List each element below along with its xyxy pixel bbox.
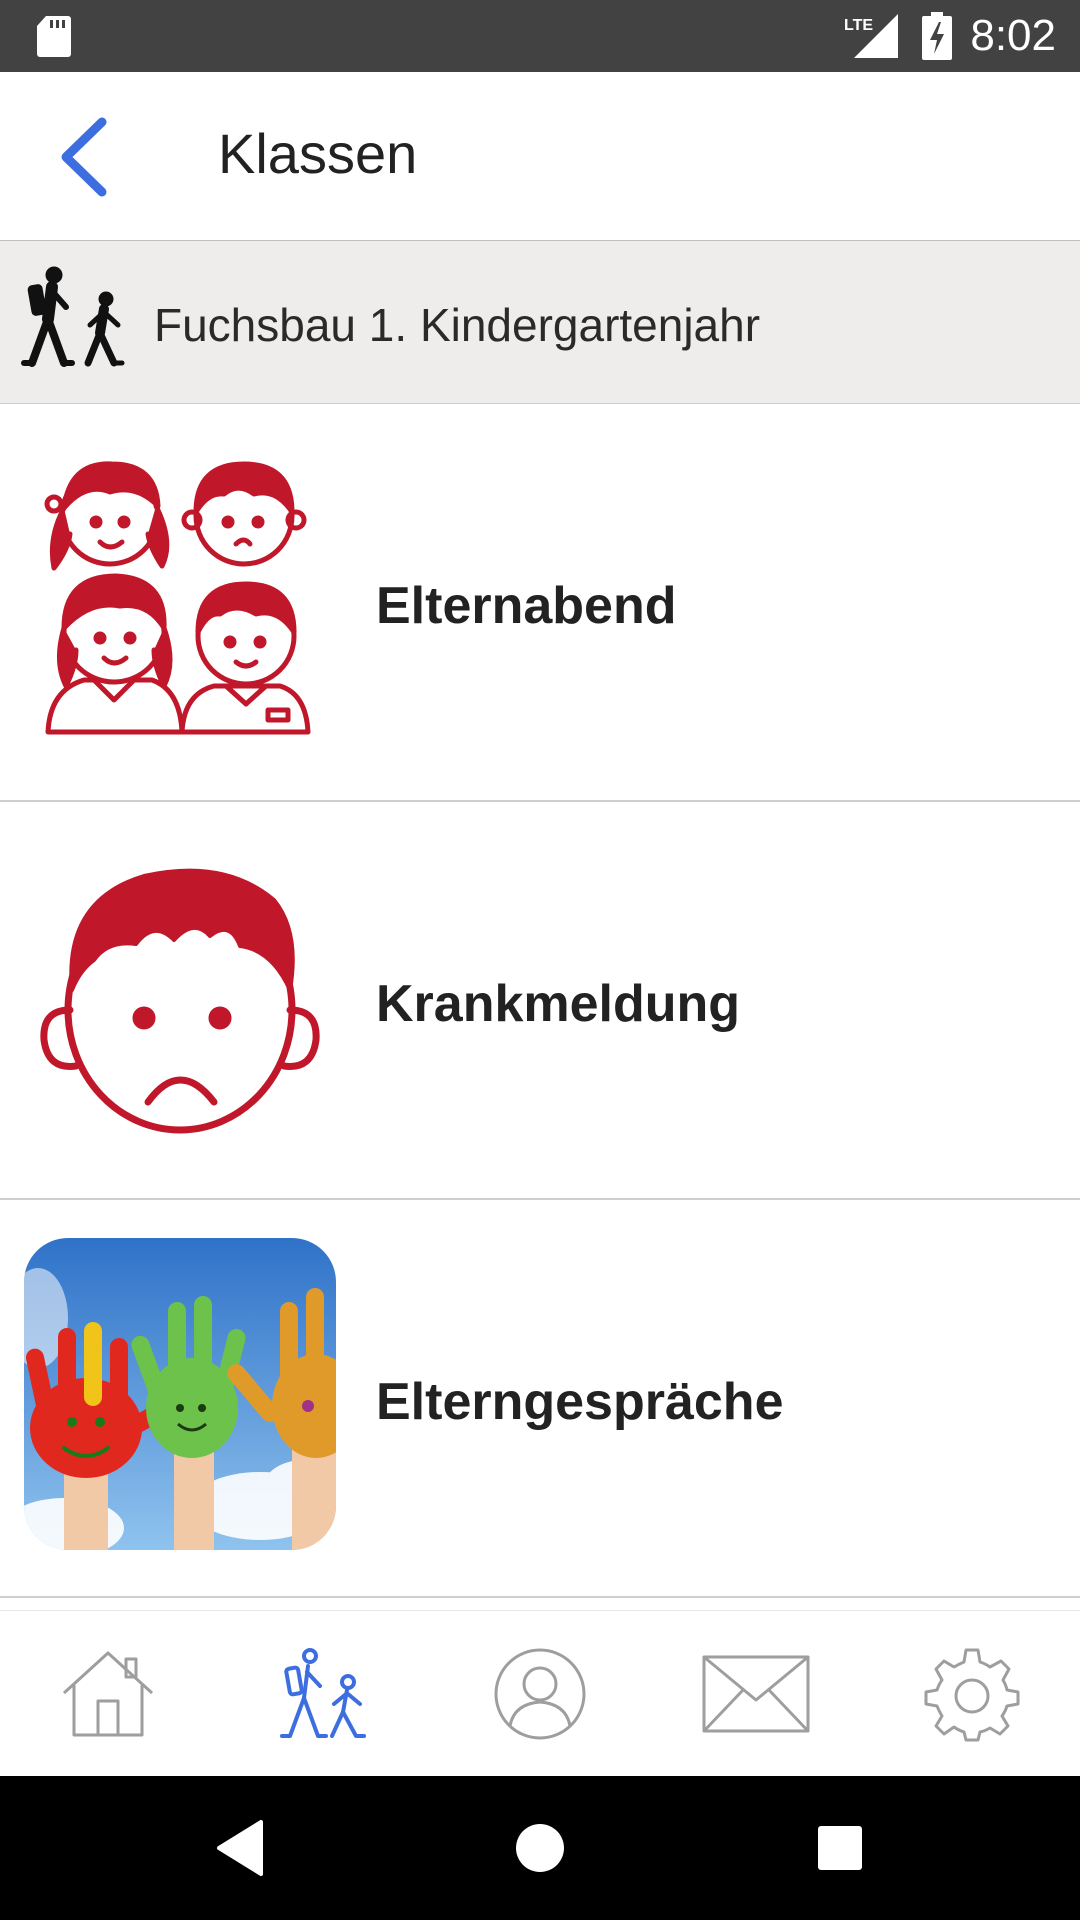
system-back-button[interactable] <box>180 1776 300 1920</box>
page-title: Klassen <box>218 122 418 185</box>
back-button[interactable] <box>48 112 128 202</box>
painted-hands-photo <box>24 1238 336 1550</box>
walking-people-icon <box>280 1648 366 1738</box>
chevron-left-icon <box>61 117 107 197</box>
system-navigation-bar <box>0 1776 1080 1920</box>
list-item-label: Elterngespräche <box>376 1373 784 1431</box>
bottom-navigation <box>0 1610 1080 1777</box>
class-name: Fuchsbau 1. Kindergartenjahr <box>154 299 761 351</box>
home-icon <box>62 1651 154 1737</box>
list-item-label: Elternabend <box>376 577 677 635</box>
nav-settings[interactable] <box>864 1611 1080 1777</box>
nav-home[interactable] <box>0 1611 216 1777</box>
status-bar: LTE 8:02 <box>0 0 1080 72</box>
walking-people-icon <box>20 263 132 380</box>
children-group-icon <box>24 442 336 754</box>
nav-classes[interactable] <box>216 1611 432 1777</box>
app-bar: Klassen <box>0 72 1080 240</box>
sd-card-icon <box>36 14 72 63</box>
sad-child-face-icon <box>24 840 336 1152</box>
battery-charging-icon <box>922 12 952 65</box>
list-item-label: Krankmeldung <box>376 975 741 1033</box>
system-recents-button[interactable] <box>780 1776 900 1920</box>
nav-messages[interactable] <box>648 1611 864 1777</box>
status-time: 8:02 <box>970 11 1056 60</box>
mail-icon <box>702 1655 810 1733</box>
system-home-button[interactable] <box>480 1776 600 1920</box>
profile-icon <box>494 1648 586 1740</box>
list-item-krankmeldung[interactable]: Krankmeldung <box>0 802 1080 1200</box>
home-circle-icon <box>516 1824 564 1872</box>
list-item-elterngespraeche[interactable]: Elterngespräche <box>0 1200 1080 1598</box>
class-header: Fuchsbau 1. Kindergartenjahr <box>0 240 1080 405</box>
recents-square-icon <box>818 1826 862 1870</box>
back-triangle-icon <box>217 1820 263 1876</box>
gear-icon <box>924 1648 1020 1742</box>
nav-profile[interactable] <box>432 1611 648 1777</box>
network-label: LTE <box>844 17 873 34</box>
list-item-elternabend[interactable]: Elternabend <box>0 404 1080 802</box>
lte-signal-icon: LTE <box>842 12 898 67</box>
